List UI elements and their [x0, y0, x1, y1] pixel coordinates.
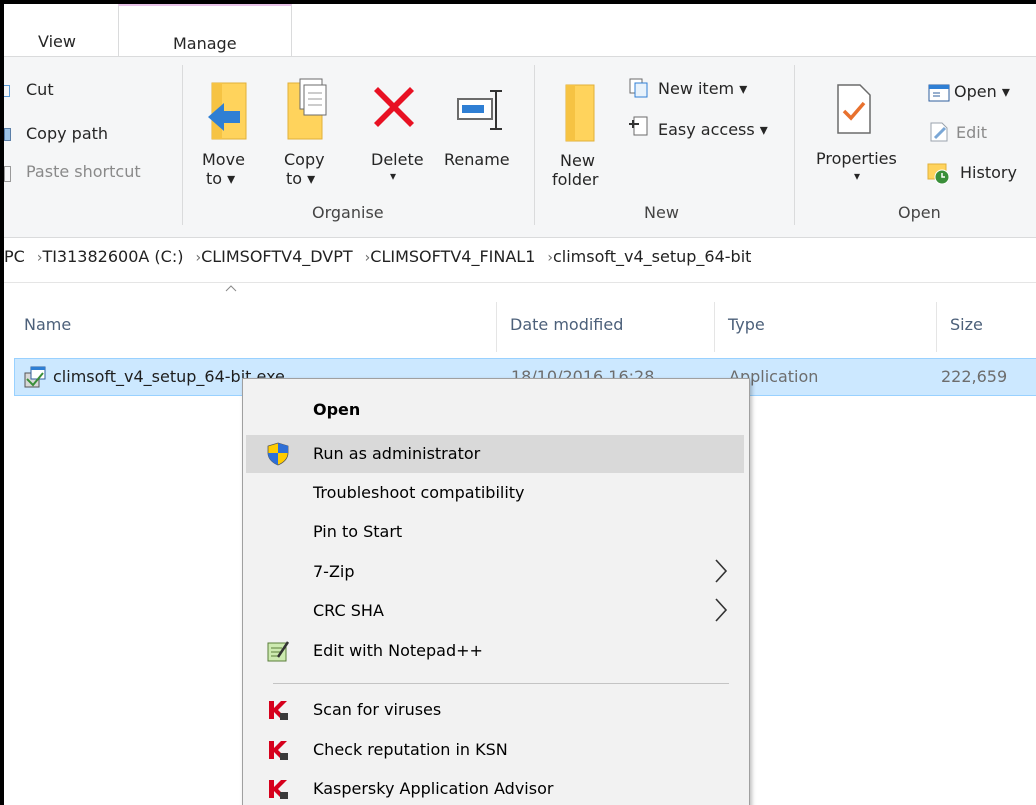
- new-folder-label[interactable]: New: [560, 151, 595, 170]
- history-icon: [927, 163, 950, 185]
- menu-item-troubleshoot-label: Troubleshoot compatibility: [313, 483, 525, 502]
- delete-arrow[interactable]: ▾: [390, 169, 396, 183]
- rename-icon: [457, 90, 502, 130]
- open-icon: [928, 84, 950, 102]
- menu-item-scan-viruses[interactable]: Scan for viruses: [246, 691, 744, 729]
- easy-access-button[interactable]: Easy access ▾: [658, 120, 768, 139]
- copy-to-label[interactable]: Copy: [284, 150, 325, 169]
- edit-icon: [930, 122, 948, 142]
- file-explorer-window: View Manage Cut Copy path Paste shortcut…: [4, 4, 1036, 805]
- organise-group-label: Organise: [312, 203, 384, 222]
- menu-item-scan-viruses-label: Scan for viruses: [313, 700, 442, 719]
- new-folder-label-2[interactable]: folder: [552, 170, 598, 189]
- new-group-label: New: [644, 203, 679, 222]
- delete-icon: [374, 87, 414, 127]
- column-header-date[interactable]: Date modified: [510, 315, 623, 334]
- menu-item-open[interactable]: Open: [246, 391, 744, 429]
- menu-item-pin-to-start[interactable]: Pin to Start: [246, 513, 744, 551]
- context-menu: Open Run as administrator Troubleshoot c…: [242, 378, 750, 805]
- cut-button[interactable]: Cut: [26, 80, 54, 99]
- menu-item-edit-notepad[interactable]: Edit with Notepad++: [246, 632, 744, 670]
- breadcrumb: PC ›TI31382600A (C:) ›CLIMSOFTV4_DVPT ›CLIM…: [4, 247, 1036, 279]
- open-group-label: Open: [898, 203, 941, 222]
- breadcrumb-item-drive[interactable]: TI31382600A (C:): [42, 247, 183, 266]
- properties-icon: [837, 84, 871, 134]
- column-divider[interactable]: [714, 302, 715, 352]
- menu-item-troubleshoot[interactable]: Troubleshoot compatibility: [246, 474, 744, 512]
- address-divider: [4, 282, 1036, 283]
- column-divider[interactable]: [936, 302, 937, 352]
- column-header-name[interactable]: Name: [24, 315, 71, 334]
- menu-item-crc-sha-label: CRC SHA: [313, 601, 384, 620]
- rename-button[interactable]: Rename: [444, 150, 510, 169]
- menu-item-check-reputation[interactable]: Check reputation in KSN: [246, 731, 744, 769]
- chevron-right-icon: [715, 559, 728, 583]
- copy-to-icon: [287, 78, 327, 140]
- column-header-type[interactable]: Type: [728, 315, 765, 334]
- cut-icon: [4, 85, 10, 97]
- installer-icon: [24, 366, 46, 388]
- kaspersky-icon: [269, 780, 288, 799]
- history-button[interactable]: History: [960, 163, 1017, 182]
- breadcrumb-item-setup[interactable]: climsoft_v4_setup_64-bit: [553, 247, 751, 266]
- breadcrumb-item-dvpt[interactable]: CLIMSOFTV4_DVPT: [201, 247, 353, 266]
- new-folder-icon: [565, 84, 595, 142]
- file-size: 222,659: [941, 367, 1008, 386]
- properties-arrow[interactable]: ▾: [854, 169, 860, 183]
- move-to-icon: [208, 82, 247, 140]
- menu-item-7zip-label: 7-Zip: [313, 562, 355, 581]
- ribbon-separator: [794, 65, 795, 225]
- breadcrumb-item-final1[interactable]: CLIMSOFTV4_FINAL1: [370, 247, 535, 266]
- menu-item-open-label: Open: [313, 400, 361, 419]
- chevron-right-icon: [715, 598, 728, 622]
- new-item-icon: [629, 78, 648, 98]
- menu-separator: [273, 683, 729, 684]
- open-button[interactable]: Open ▾: [954, 82, 1010, 101]
- delete-button[interactable]: Delete: [371, 150, 424, 169]
- menu-item-run-as-administrator-label: Run as administrator: [313, 444, 481, 463]
- menu-item-edit-notepad-label: Edit with Notepad++: [313, 641, 483, 660]
- menu-item-kaspersky-advisor[interactable]: Kaspersky Application Advisor: [246, 770, 744, 805]
- move-to-arrow[interactable]: to ▾: [206, 169, 235, 188]
- paste-shortcut-icon: [4, 166, 11, 182]
- properties-button[interactable]: Properties: [816, 149, 897, 168]
- menu-item-pin-to-start-label: Pin to Start: [313, 522, 403, 541]
- menu-item-kaspersky-advisor-label: Kaspersky Application Advisor: [313, 779, 554, 798]
- column-divider[interactable]: [496, 302, 497, 352]
- sort-ascending-icon: [225, 285, 237, 292]
- easy-access-icon: [629, 116, 648, 136]
- notepad-plus-plus-icon: [267, 641, 290, 662]
- menu-item-check-reputation-label: Check reputation in KSN: [313, 740, 508, 759]
- tab-manage[interactable]: Manage: [118, 4, 292, 56]
- move-to-label[interactable]: Move: [202, 150, 245, 169]
- copy-path-button[interactable]: Copy path: [26, 124, 108, 143]
- kaspersky-icon: [269, 741, 288, 760]
- paste-shortcut-button[interactable]: Paste shortcut: [26, 162, 141, 181]
- menu-item-7zip[interactable]: 7-Zip: [246, 553, 744, 591]
- ribbon-separator: [182, 65, 183, 225]
- kaspersky-icon: [269, 701, 288, 720]
- edit-button[interactable]: Edit: [956, 123, 987, 142]
- copy-path-icon: [4, 128, 11, 141]
- ribbon-separator: [534, 65, 535, 225]
- menu-item-run-as-administrator[interactable]: Run as administrator: [246, 435, 744, 473]
- new-item-button[interactable]: New item ▾: [658, 79, 747, 98]
- column-header-size[interactable]: Size: [950, 315, 983, 334]
- ribbon: Cut Copy path Paste shortcut Move to ▾ C…: [4, 56, 1036, 238]
- copy-to-arrow[interactable]: to ▾: [286, 169, 315, 188]
- uac-shield-icon: [267, 442, 289, 466]
- menu-item-crc-sha[interactable]: CRC SHA: [246, 592, 744, 630]
- breadcrumb-item-pc[interactable]: PC: [4, 247, 25, 266]
- tab-view[interactable]: View: [38, 4, 76, 56]
